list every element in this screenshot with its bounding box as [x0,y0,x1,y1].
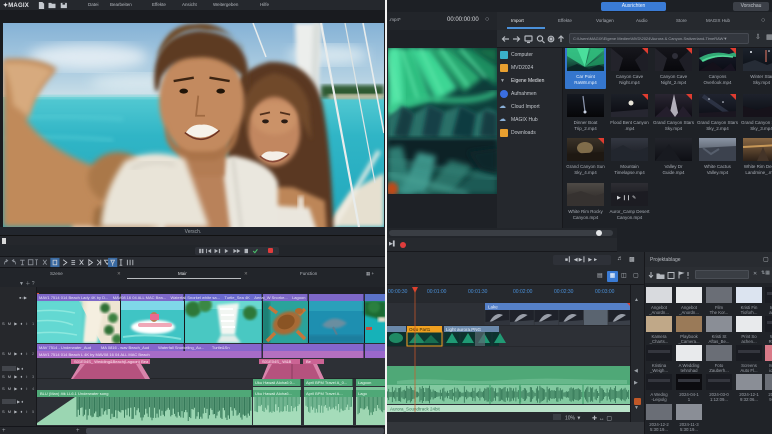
svg-text:Tioforh...: Tioforh... [741,310,758,315]
svg-text:Winter Star: Winter Star [750,74,772,79]
svg-text:Valley Dr: Valley Dr [665,164,683,169]
svg-text:achen...: achen... [741,339,756,344]
svg-text:White Cactus: White Cactus [704,164,732,169]
svg-text:Landmine_.mp4: Landmine_.mp4 [745,170,772,175]
svg-text:Car Point: Car Point [576,74,596,79]
svg-text:Canyons: Canyons [709,74,728,79]
svg-text:Mountain: Mountain [620,164,639,169]
svg-text:-Leipolg: -Leipolg [651,397,667,402]
svg-text:Valley.mp4: Valley.mp4 [707,170,729,175]
svg-text:Canyon.mp4: Canyon.mp4 [573,215,599,220]
svg-text:Canyon.mp4: Canyon.mp4 [617,215,643,220]
svg-text:Canyon Cave: Canyon Cave [660,74,688,79]
svg-text:Zauberh...: Zauberh... [709,368,729,373]
svg-text:Grand Canyon Stars: Grand Canyon Stars [697,120,739,125]
svg-text:Aftas_Be...: Aftas_Be... [708,339,729,344]
svg-text:Auror_Camp Desert: Auror_Camp Desert [609,209,650,214]
svg-text:Canyon Cave: Canyon Cave [616,74,644,79]
svg-text:10% ▼: 10% ▼ [565,416,581,422]
svg-text:5:30:19...: 5:30:19... [680,427,698,432]
svg-text:Sky.mp4: Sky.mp4 [665,126,683,131]
svg-text:00:02:30: 00:02:30 [554,289,574,295]
svg-text:_Weigh...: _Weigh... [649,368,668,373]
svg-text:Dinner Boat: Dinner Boat [574,120,599,125]
svg-text:Grand Canyon Sun: Grand Canyon Sun [566,164,605,169]
svg-text:_Camera...: _Camera... [677,339,699,344]
svg-text:Sky_2.mp4: Sky_2.mp4 [706,126,729,131]
svg-text:9:32:06...: 9:32:06... [740,397,758,402]
svg-text:RaW8.mp4: RaW8.mp4 [574,80,597,85]
svg-text:00:03:00: 00:03:00 [595,289,615,295]
svg-text:Oslo Part1: Oslo Part1 [409,327,431,332]
svg-text:Night_2.mp4: Night_2.mp4 [661,80,687,85]
svg-text:Grand Canyon Stars: Grand Canyon Stars [741,120,772,125]
svg-text:tehrohad: tehrohad [681,368,699,373]
svg-text:Guide.mp4: Guide.mp4 [662,170,685,175]
svg-text:White Rim Rocky: White Rim Rocky [568,209,603,214]
svg-text:Flood Bent Canyon: Flood Bent Canyon [610,120,649,125]
svg-text:Overlook.mp4: Overlook.mp4 [703,80,732,85]
svg-text:_Anordn...: _Anordn... [678,310,699,315]
svg-text:1:12:09...: 1:12:09... [710,397,728,402]
svg-text:5:30:19...: 5:30:19... [650,427,668,432]
svg-text:00:00:30: 00:00:30 [388,289,408,295]
svg-text:White Rim Desert: White Rim Desert [744,164,772,169]
svg-text:00:01:30: 00:01:30 [468,289,488,295]
svg-text:Night.mp4: Night.mp4 [619,80,640,85]
svg-text:Trip_2.mp4: Trip_2.mp4 [574,126,597,131]
svg-text:▶ ❙❙ ✎: ▶ ❙❙ ✎ [617,195,636,201]
svg-text:1: 1 [688,397,691,402]
svg-text:✚ ↔ ▢: ✚ ↔ ▢ [592,415,612,422]
svg-text:00:01:00: 00:01:00 [427,289,447,295]
svg-text:Sky_4.mp4: Sky_4.mp4 [574,170,597,175]
svg-text:Regidity...: Regidity... [769,339,772,344]
svg-text:Auto Fl...: Auto Fl... [740,368,757,373]
svg-text:00:02:00: 00:02:00 [513,289,533,295]
svg-text:.mp4: .mp4 [624,126,635,131]
svg-text:Sky_3.mp4: Sky_3.mp4 [750,126,772,131]
svg-text:_Anordn...: _Anordn... [648,310,669,315]
svg-text:_Charts...: _Charts... [649,339,669,344]
svg-text:The Kor...: The Kor... [710,310,729,315]
svg-text:Lake: Lake [488,305,498,310]
svg-text:Grand Canyon Stars: Grand Canyon Stars [653,120,695,125]
svg-text:Timelapse.mp4: Timelapse.mp4 [614,170,645,175]
svg-text:Sky.mp4: Sky.mp4 [753,80,771,85]
svg-text:Light aurora.PNG: Light aurora.PNG [446,327,482,332]
